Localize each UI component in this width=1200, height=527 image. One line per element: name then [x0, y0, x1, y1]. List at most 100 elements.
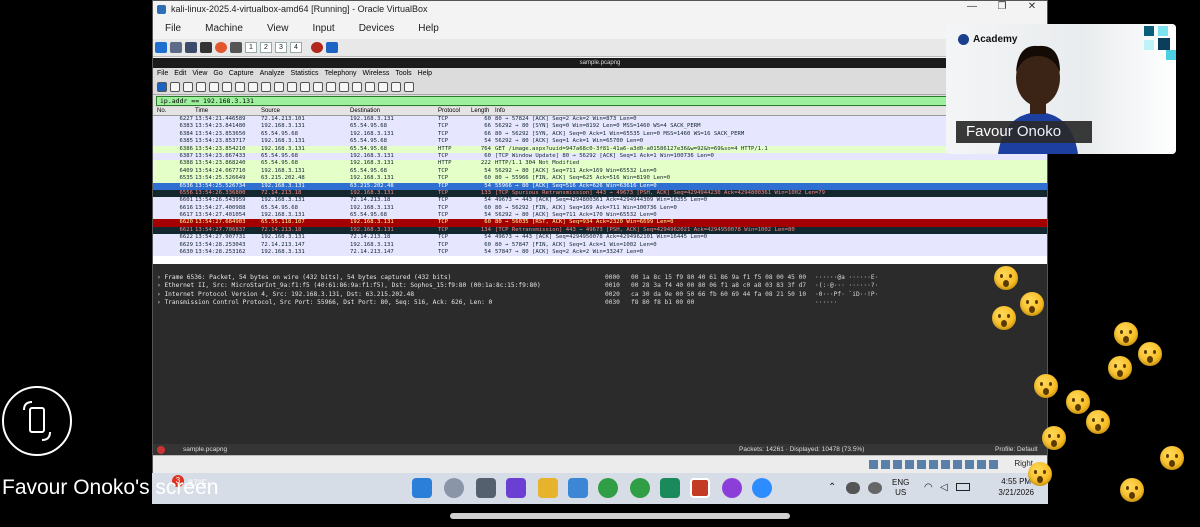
restore-icon[interactable]: ❐: [987, 1, 1017, 12]
autoscroll-icon[interactable]: [339, 81, 349, 92]
col-time[interactable]: Time: [195, 107, 208, 116]
ws-menu-analyze[interactable]: Analyze: [260, 70, 285, 77]
vbox-status-icons[interactable]: [869, 460, 999, 469]
speaker-video-tile[interactable]: Academy Favour Onoko: [946, 24, 1176, 154]
ws-menu-file[interactable]: File: [157, 70, 168, 77]
ws-menu-statistics[interactable]: Statistics: [291, 70, 319, 77]
battery-icon[interactable]: [956, 483, 970, 491]
chrome-profile-icon[interactable]: [630, 478, 650, 498]
col-length[interactable]: Length: [471, 107, 489, 116]
menu-devices[interactable]: Devices: [347, 23, 407, 34]
kali-menu-icon[interactable]: [155, 42, 167, 53]
goto-packet-icon[interactable]: [300, 81, 310, 92]
detail-tcp[interactable]: › Transmission Control Protocol, Src Por…: [153, 299, 599, 307]
col-info[interactable]: Info: [495, 107, 505, 116]
packet-row[interactable]: 6409 13:54:24.067710 192.168.3.131 65.54.95…: [153, 167, 1047, 176]
restart-capture-icon[interactable]: [183, 81, 193, 92]
ws-menu-telephony[interactable]: Telephony: [325, 70, 357, 77]
workspace-1[interactable]: 1: [245, 42, 257, 53]
col-protocol[interactable]: Protocol: [438, 107, 460, 116]
col-no[interactable]: No.: [157, 107, 166, 116]
language-indicator[interactable]: ENG US: [892, 478, 909, 498]
app-tray-icon[interactable]: [868, 482, 882, 494]
desktop-icon[interactable]: [170, 42, 182, 53]
menu-input[interactable]: Input: [300, 23, 346, 34]
find-icon[interactable]: [261, 81, 271, 92]
bytes-row[interactable]: 0000 00 1a 8c 15 f9 80 40 61 86 9a f1 f5 …: [601, 274, 1031, 282]
packet-row[interactable]: 6617 13:54:27.401054 192.168.3.131 65.54.95…: [153, 212, 1047, 220]
chrome-icon[interactable]: [598, 478, 618, 498]
first-packet-icon[interactable]: [313, 81, 323, 92]
files-icon[interactable]: [185, 42, 197, 53]
firefox-icon[interactable]: [215, 42, 227, 53]
detail-ipv4[interactable]: › Internet Protocol Version 4, Src: 192.…: [153, 291, 599, 299]
forward-icon[interactable]: [287, 81, 297, 92]
stop-capture-icon[interactable]: [170, 81, 180, 92]
packet-row[interactable]: 6616 13:54:27.400988 65.54.95.68 192.168.3.…: [153, 204, 1047, 213]
minimize-icon[interactable]: —: [957, 1, 987, 12]
colorize-icon[interactable]: [352, 81, 362, 92]
workspace-3[interactable]: 3: [275, 42, 287, 53]
volume-icon[interactable]: ◁: [940, 482, 948, 493]
wireshark-taskbar-icon[interactable]: [326, 42, 338, 53]
back-icon[interactable]: [274, 81, 284, 92]
bytes-row[interactable]: 0030 f8 80 f8 b1 00 00 ······: [601, 299, 1031, 307]
file-explorer-icon[interactable]: [538, 478, 558, 498]
packet-row[interactable]: 6622 13:54:27.907731 192.168.3.131 72.14.21…: [153, 234, 1047, 242]
packet-row[interactable]: 6384 13:54:23.853650 65.54.95.68 192.168.3.…: [153, 130, 1047, 139]
normal-size-icon[interactable]: [391, 81, 401, 92]
last-packet-icon[interactable]: [326, 81, 336, 92]
capture-options-icon[interactable]: [196, 81, 206, 92]
ws-menu-go[interactable]: Go: [213, 70, 222, 77]
start-icon[interactable]: [412, 478, 432, 498]
chevron-up-icon[interactable]: ⌃: [828, 482, 836, 493]
packet-row[interactable]: 6388 13:54:23.868240 65.54.95.68 192.168.3.…: [153, 160, 1047, 168]
snipping-icon[interactable]: [568, 478, 588, 498]
close-file-icon[interactable]: [235, 81, 245, 92]
detail-ethernet[interactable]: › Ethernet II, Src: MicroStarInt_9a:f1:f…: [153, 282, 599, 290]
display-filter-input[interactable]: ip.addr == 192.168.3.131: [156, 96, 1044, 106]
workspace-4[interactable]: 4: [290, 42, 302, 53]
ws-menu-tools[interactable]: Tools: [395, 70, 411, 77]
packet-row[interactable]: 6535 13:54:25.526649 63.215.202.48 192.168.…: [153, 175, 1047, 183]
packet-row[interactable]: 6621 13:54:27.706837 72.14.213.18 192.168.3…: [153, 226, 1047, 235]
record-icon[interactable]: [311, 42, 323, 53]
terminal-icon[interactable]: [200, 42, 212, 53]
zoom-in-icon[interactable]: [365, 81, 375, 92]
packet-row[interactable]: 6385 13:54:23.853717 192.168.3.131 65.54.95…: [153, 138, 1047, 146]
app-taskbar-icon[interactable]: [722, 478, 742, 498]
cloud-icon[interactable]: [846, 482, 860, 494]
ws-menu-view[interactable]: View: [192, 70, 207, 77]
start-capture-icon[interactable]: [157, 81, 167, 92]
packet-row[interactable]: 6536 13:54:25.526734 192.168.3.131 63.215.2…: [153, 182, 1047, 190]
zoom-icon[interactable]: [752, 478, 772, 498]
screen-share-scrollbar[interactable]: [450, 513, 790, 519]
col-destination[interactable]: Destination: [350, 107, 380, 116]
menu-file[interactable]: File: [153, 23, 193, 34]
packet-row[interactable]: 6383 13:54:23.841480 192.168.3.131 65.54.95…: [153, 123, 1047, 131]
open-file-icon[interactable]: [209, 81, 219, 92]
zoom-out-icon[interactable]: [378, 81, 388, 92]
detail-frame[interactable]: › Frame 6536: Packet, 54 bytes on wire (…: [153, 274, 599, 282]
ws-menu-wireless[interactable]: Wireless: [362, 70, 389, 77]
switch-camera-button[interactable]: [2, 386, 72, 456]
ws-menu-edit[interactable]: Edit: [174, 70, 186, 77]
bytes-row[interactable]: 0020 ca 30 da 9e 00 50 66 fb 60 69 44 fa …: [601, 291, 1031, 299]
packet-row[interactable]: 6601 13:54:26.543959 192.168.3.131 72.14.21…: [153, 197, 1047, 205]
resize-columns-icon[interactable]: [404, 81, 414, 92]
app-icon[interactable]: [230, 42, 242, 53]
packet-row[interactable]: 6629 13:54:28.253043 72.14.213.147 192.168.…: [153, 241, 1047, 250]
close-icon[interactable]: ✕: [1017, 1, 1047, 12]
packet-row[interactable]: 6620 13:54:27.684903 65.55.118.107 192.168.…: [153, 219, 1047, 227]
wifi-icon[interactable]: ◠: [924, 482, 933, 493]
packet-row[interactable]: 6630 13:54:28.253162 192.168.3.131 72.14.21…: [153, 249, 1047, 257]
packet-row[interactable]: 6386 13:54:23.854210 192.168.3.131 65.54.95…: [153, 145, 1047, 153]
menu-machine[interactable]: Machine: [193, 23, 255, 34]
status-profile[interactable]: Profile: Default: [995, 444, 1038, 455]
save-file-icon[interactable]: [222, 81, 232, 92]
search-icon[interactable]: [444, 478, 464, 498]
chat-icon[interactable]: [506, 478, 526, 498]
expert-info-icon[interactable]: [157, 446, 165, 454]
ws-menu-capture[interactable]: Capture: [229, 70, 254, 77]
menu-view[interactable]: View: [255, 23, 301, 34]
